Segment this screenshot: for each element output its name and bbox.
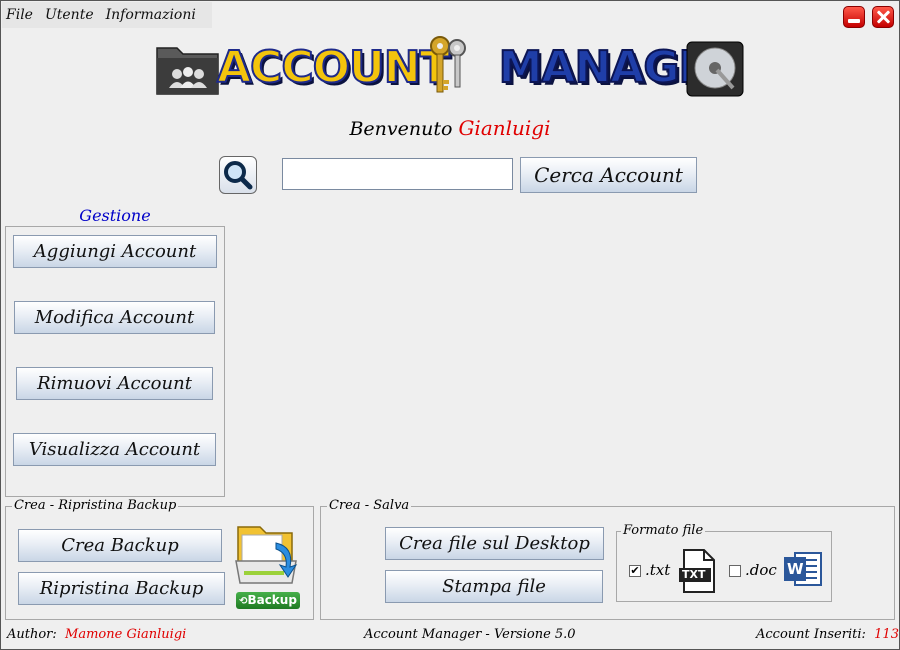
account-count: 113 <box>874 627 899 642</box>
txt-label: .txt <box>645 561 671 579</box>
remove-account-button[interactable]: Rimuovi Account <box>16 367 213 400</box>
close-button[interactable] <box>872 6 894 28</box>
count-label: Account Inseriti: <box>756 627 866 642</box>
author-name: Mamone Gianluigi <box>65 627 187 642</box>
save-panel-title: Crea - Salva <box>327 498 412 513</box>
edit-account-button[interactable]: Modifica Account <box>14 301 215 334</box>
backup-drive-icon <box>235 526 298 584</box>
txt-checkbox[interactable]: ✔ <box>629 565 641 577</box>
logo-text: ACCOUNT MANAGER <box>216 41 742 94</box>
search-account-button[interactable]: Cerca Account <box>520 157 697 193</box>
menu-informazioni[interactable]: Informazioni <box>106 7 196 23</box>
add-account-button[interactable]: Aggiungi Account <box>13 235 217 268</box>
search-icon-button[interactable] <box>219 156 257 194</box>
create-backup-button[interactable]: Crea Backup <box>18 529 222 562</box>
footer-author: Author: Mamone Gianluigi <box>7 627 186 642</box>
footer-version: Account Manager - Versione 5.0 <box>364 627 576 642</box>
doc-label: .doc <box>745 561 777 579</box>
app-logo: ACCOUNT MANAGER <box>155 32 745 104</box>
welcome-prefix: Benvenuto <box>349 118 453 140</box>
word-document-icon: W <box>783 551 823 587</box>
menu-utente[interactable]: Utente <box>45 7 94 23</box>
keys-icon <box>430 36 466 93</box>
minimize-button[interactable] <box>843 6 865 28</box>
print-file-button[interactable]: Stampa file <box>385 570 603 603</box>
format-panel-title: Formato file <box>621 523 706 538</box>
magnifier-icon <box>224 161 253 190</box>
search-input[interactable] <box>282 158 513 190</box>
welcome-message: Benvenuto Gianluigi <box>0 116 900 140</box>
word-icon-letter: W <box>787 560 804 578</box>
hard-disk-icon <box>686 41 744 97</box>
menu-bar: File Utente Informazioni <box>2 2 212 28</box>
author-label: Author: <box>7 627 57 642</box>
doc-checkbox[interactable] <box>729 565 741 577</box>
backup-badge: ⟲Backup <box>236 592 300 609</box>
backup-icon: ⟲Backup <box>232 521 302 611</box>
backup-badge-label: Backup <box>247 593 297 607</box>
gestione-title: Gestione <box>79 206 151 225</box>
menu-file[interactable]: File <box>6 7 33 23</box>
footer-count: Account Inseriti: 113 <box>756 627 899 642</box>
view-account-button[interactable]: Visualizza Account <box>13 433 216 466</box>
txt-icon-label: TXT <box>682 568 706 581</box>
backup-panel-title: Crea - Ripristina Backup <box>12 498 179 513</box>
restore-backup-button[interactable]: Ripristina Backup <box>18 572 225 605</box>
logo-word-account: ACCOUNT <box>216 41 451 94</box>
folder-users-icon <box>156 47 219 95</box>
welcome-username: Gianluigi <box>458 116 551 140</box>
txt-file-icon: TXT <box>678 548 718 594</box>
create-desktop-file-button[interactable]: Crea file sul Desktop <box>385 527 604 560</box>
